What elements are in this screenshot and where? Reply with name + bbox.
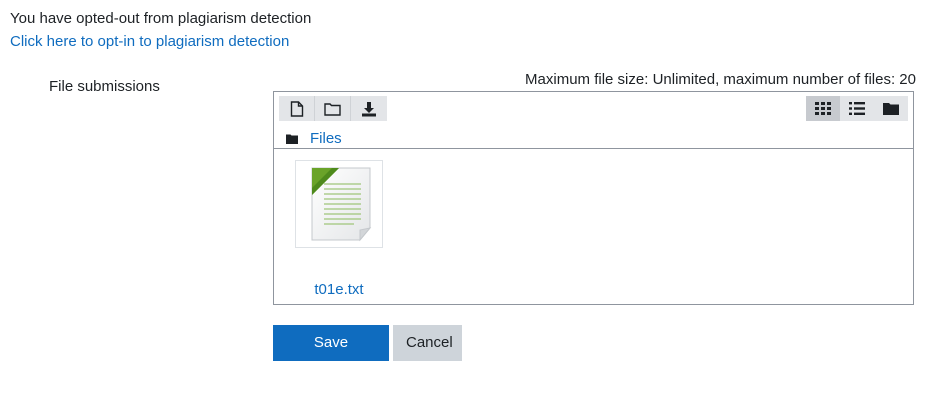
file-manager-toolbar xyxy=(279,96,387,121)
file-manager-divider xyxy=(274,148,913,149)
create-folder-icon xyxy=(324,102,341,116)
list-view-button[interactable] xyxy=(840,96,874,121)
tree-view-button[interactable] xyxy=(874,96,908,121)
download-icon xyxy=(361,101,377,117)
grid-view-icon xyxy=(815,102,831,115)
file-thumbnail[interactable] xyxy=(295,160,383,248)
tree-view-icon xyxy=(883,102,899,115)
text-file-icon xyxy=(299,164,379,244)
breadcrumb-files-link[interactable]: Files xyxy=(310,129,342,149)
file-submissions-label: File submissions xyxy=(49,78,160,95)
create-folder-button[interactable] xyxy=(315,96,351,121)
grid-view-button[interactable] xyxy=(806,96,840,121)
cancel-button[interactable]: Cancel xyxy=(393,325,462,361)
add-file-button[interactable] xyxy=(279,96,315,121)
page: You have opted-out from plagiarism detec… xyxy=(0,0,932,407)
folder-icon xyxy=(286,134,298,144)
file-name-link[interactable]: t01e.txt xyxy=(295,280,383,300)
plagiarism-optin-link[interactable]: Click here to opt-in to plagiarism detec… xyxy=(10,32,289,52)
view-switcher xyxy=(806,96,908,121)
plagiarism-status-text: You have opted-out from plagiarism detec… xyxy=(10,10,312,27)
add-file-icon xyxy=(290,100,304,117)
download-all-button[interactable] xyxy=(351,96,387,121)
file-limits-text: Maximum file size: Unlimited, maximum nu… xyxy=(525,71,916,88)
file-manager: Files t01e.txt xyxy=(273,91,914,305)
save-changes-button[interactable]: Save changes xyxy=(273,325,389,387)
breadcrumb: Files xyxy=(286,129,342,149)
list-view-icon xyxy=(849,102,865,115)
